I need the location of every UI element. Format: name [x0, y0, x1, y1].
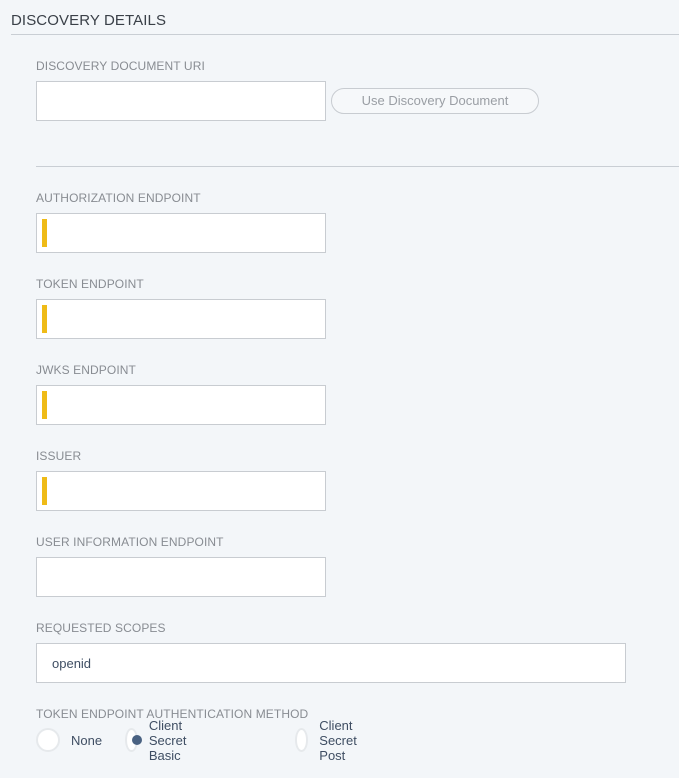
radio-circle-icon[interactable]	[295, 728, 309, 752]
section-divider	[11, 34, 679, 35]
user-information-endpoint-label: USER INFORMATION ENDPOINT	[36, 535, 224, 549]
radio-circle-icon[interactable]	[125, 728, 142, 752]
radio-label: None	[71, 732, 103, 748]
jwks-endpoint-input[interactable]	[36, 385, 326, 425]
discovery-uri-label: DISCOVERY DOCUMENT URI	[36, 59, 205, 73]
user-information-endpoint-input[interactable]	[36, 557, 326, 597]
required-indicator	[42, 477, 47, 505]
radio-client-secret-basic[interactable]: Client Secret Basic	[125, 718, 198, 763]
required-indicator	[42, 219, 47, 247]
token-endpoint-input[interactable]	[36, 299, 326, 339]
required-indicator	[42, 391, 47, 419]
radio-label: Client Secret Post	[319, 717, 357, 763]
radio-circle-icon[interactable]	[36, 728, 60, 752]
radio-label: Client Secret Basic	[148, 717, 187, 763]
issuer-input[interactable]	[36, 471, 326, 511]
radio-selected-dot-icon	[132, 735, 142, 745]
section-title: DISCOVERY DETAILS	[11, 12, 167, 29]
authorization-endpoint-label: AUTHORIZATION ENDPOINT	[36, 191, 201, 205]
required-indicator	[42, 305, 47, 333]
radio-none[interactable]: None	[36, 727, 102, 753]
requested-scopes-input[interactable]: openid	[36, 643, 626, 683]
jwks-endpoint-label: JWKS ENDPOINT	[36, 363, 136, 377]
discovery-uri-input[interactable]	[36, 81, 326, 121]
requested-scopes-label: REQUESTED SCOPES	[36, 621, 166, 635]
authorization-endpoint-input[interactable]	[36, 213, 326, 253]
requested-scopes-value: openid	[52, 656, 92, 671]
token-endpoint-label: TOKEN ENDPOINT	[36, 277, 144, 291]
discovery-divider	[36, 166, 679, 167]
use-discovery-document-button[interactable]: Use Discovery Document	[331, 88, 539, 114]
radio-client-secret-post[interactable]: Client Secret Post	[295, 718, 368, 763]
issuer-label: ISSUER	[36, 449, 82, 463]
